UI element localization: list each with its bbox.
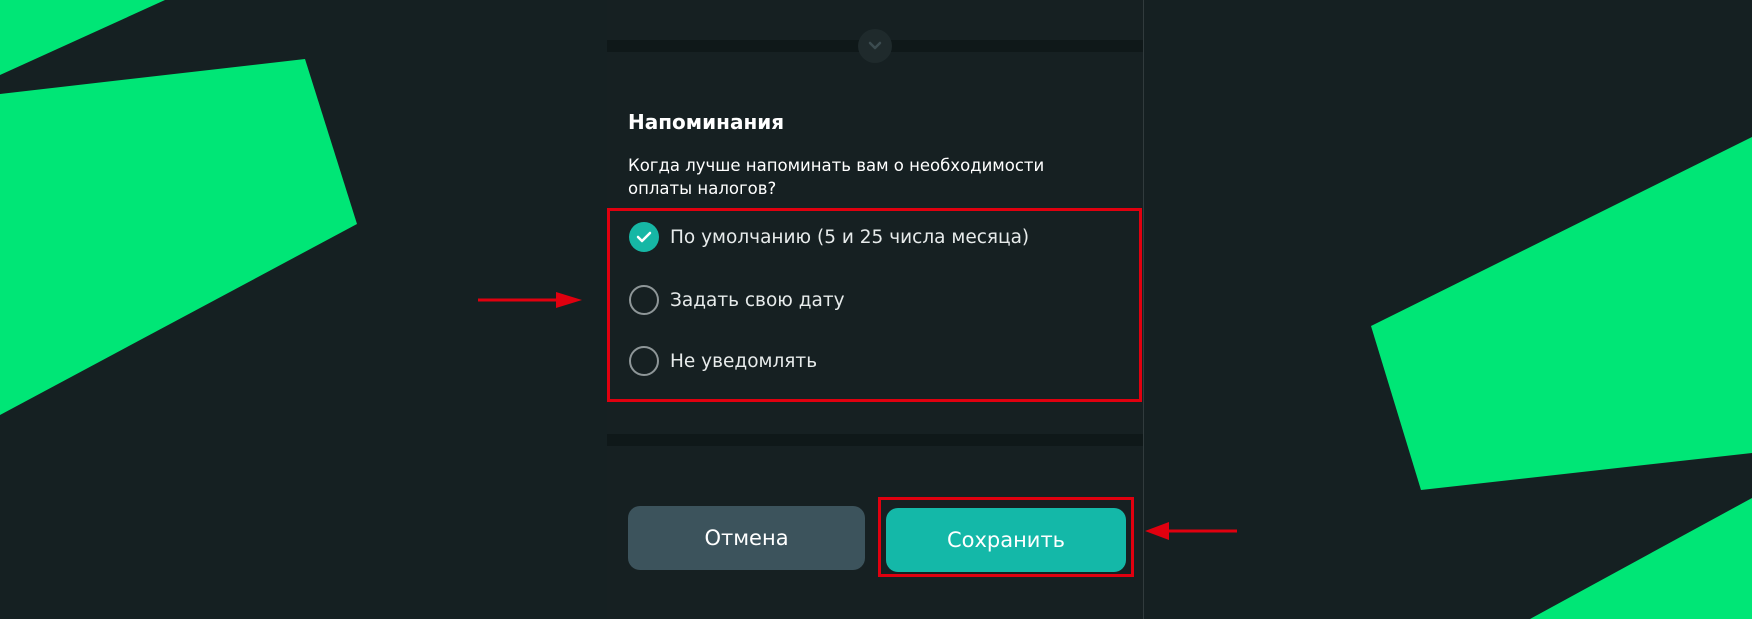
reminders-panel: Напоминания Когда лучше напоминать вам о… (607, 0, 1144, 619)
reminder-options-highlight: По умолчанию (5 и 25 числа месяца) Задат… (607, 208, 1142, 402)
check-icon (636, 231, 652, 243)
option-custom-date[interactable]: Задать свою дату (629, 284, 845, 316)
option-label: По умолчанию (5 и 25 числа месяца) (670, 226, 1030, 248)
section-title: Напоминания (628, 110, 785, 134)
collapse-button[interactable] (858, 29, 892, 63)
bg-shape (0, 59, 357, 415)
bg-shape (1371, 137, 1752, 490)
radio-unchecked[interactable] (629, 346, 659, 376)
bg-shape (0, 0, 165, 75)
chevron-down-icon (868, 41, 882, 50)
option-label: Не уведомлять (670, 350, 818, 372)
annotation-arrow-right-icon (478, 292, 582, 308)
cancel-button[interactable]: Отмена (628, 506, 865, 570)
option-no-notify[interactable]: Не уведомлять (629, 345, 817, 377)
radio-unchecked[interactable] (629, 285, 659, 315)
radio-checked[interactable] (629, 222, 659, 252)
save-button[interactable]: Сохранить (886, 508, 1126, 572)
option-label: Задать свою дату (670, 289, 845, 311)
option-default[interactable]: По умолчанию (5 и 25 числа месяца) (629, 221, 1029, 253)
reminder-question: Когда лучше напоминать вам о необходимос… (628, 156, 1045, 198)
save-button-highlight: Сохранить (878, 497, 1134, 577)
bg-shape (1530, 498, 1752, 619)
divider (607, 434, 1143, 446)
annotation-arrow-left-icon (1145, 522, 1237, 540)
